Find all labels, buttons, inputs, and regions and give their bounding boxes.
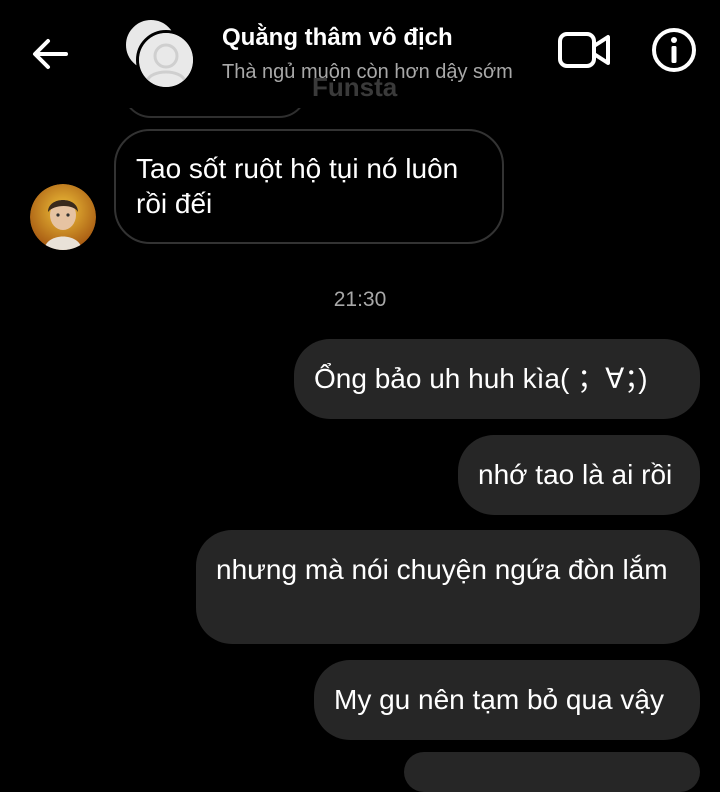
default-profile-icon	[139, 33, 193, 87]
chat-subtitle: Thà ngủ muộn còn hơn dậy sớm	[222, 61, 513, 83]
sent-message[interactable]: nhớ tao là ai rồi	[458, 435, 700, 515]
arrow-left-icon[interactable]	[26, 30, 74, 78]
group-avatar[interactable]	[124, 18, 196, 90]
sent-message[interactable]: My gu nên tạm bỏ qua vậy	[314, 660, 700, 740]
received-message[interactable]: Tao sốt ruột hộ tụi nó luôn rồi đếi	[114, 129, 504, 244]
sent-message[interactable]: nhưng mà nói chuyện ngứa đòn lắm	[196, 530, 700, 644]
chat-title[interactable]: Quằng thâm vô địch	[222, 24, 453, 52]
info-icon[interactable]	[650, 26, 698, 74]
chat-header: Quằng thâm vô địch Funsta Thà ngủ muộn c…	[0, 0, 720, 108]
avatar	[136, 30, 196, 90]
message-timestamp: 21:30	[333, 288, 387, 311]
sender-avatar[interactable]	[30, 184, 96, 250]
sent-message-partial[interactable]	[404, 752, 700, 792]
video-camera-icon[interactable]	[556, 28, 612, 72]
sent-message[interactable]: Ổng bảo uh huh kìa( ；∀；)	[294, 339, 700, 419]
